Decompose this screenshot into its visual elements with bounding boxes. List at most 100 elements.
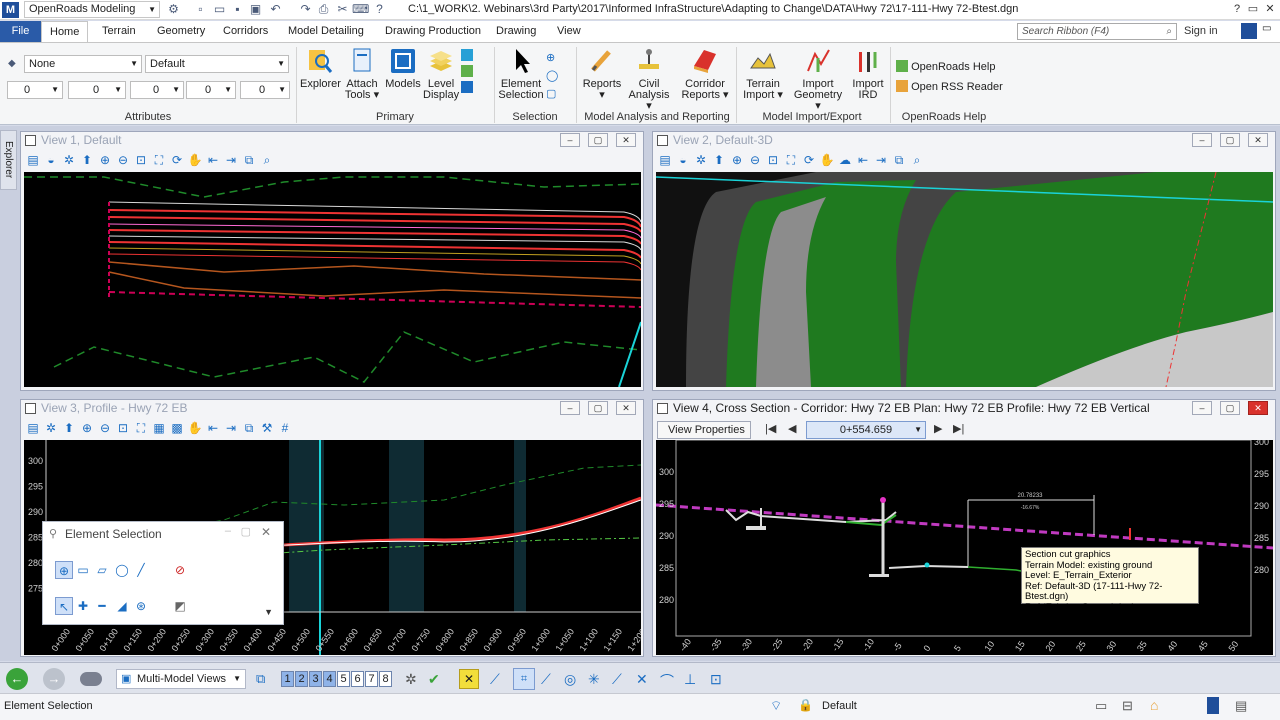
window-area-icon[interactable]: ⊡ bbox=[115, 420, 131, 436]
workspace-icon[interactable]: ⚙ bbox=[166, 2, 181, 17]
display-style-icon[interactable]: ◒ bbox=[675, 152, 691, 168]
select-circle-icon[interactable]: ◯ bbox=[546, 67, 560, 85]
view-next-icon[interactable]: ⇥ bbox=[223, 152, 239, 168]
weight-select[interactable]: 0 ▼ bbox=[130, 81, 184, 99]
fit-view-icon[interactable]: ⛶ bbox=[133, 420, 149, 436]
view-toggle-8[interactable]: 8 bbox=[379, 671, 392, 687]
rotate-view-icon[interactable]: ⟳ bbox=[169, 152, 185, 168]
pan-view-icon[interactable]: ✋ bbox=[187, 420, 203, 436]
next-station-button[interactable]: ▶ bbox=[934, 422, 942, 435]
profile-settings-icon[interactable]: ⚒ bbox=[259, 420, 275, 436]
line-method-icon[interactable]: ╱ bbox=[132, 561, 150, 579]
view-next-icon[interactable]: ⇥ bbox=[223, 420, 239, 436]
view-groups-dialog-icon[interactable]: ⧉ bbox=[256, 671, 274, 687]
corridor-reports-button[interactable]: Corridor Reports ▾ bbox=[680, 46, 730, 101]
view-previous-icon[interactable]: ⇤ bbox=[855, 152, 871, 168]
open-file-icon[interactable]: ▭ bbox=[212, 2, 227, 17]
app-logo-icon[interactable]: M bbox=[2, 2, 19, 18]
view-1-close[interactable]: ✕ bbox=[616, 133, 636, 147]
color-select[interactable]: 0 ▼ bbox=[7, 81, 63, 99]
shape-method-icon[interactable]: ▱ bbox=[93, 561, 111, 579]
priority-select[interactable]: 0 ▼ bbox=[240, 81, 290, 99]
check-icon[interactable]: ✔ bbox=[428, 671, 440, 688]
walk-icon[interactable]: ✋ bbox=[819, 152, 835, 168]
view-1-maximize[interactable]: ▢ bbox=[588, 133, 608, 147]
tab-home[interactable]: Home bbox=[41, 21, 89, 42]
view-1-window[interactable]: View 1, Default – ▢ ✕ ▤ ◒ ✲ ⬆ ⊕ ⊖ ⊡ ⛶ ⟳ ✋ ⇤ ⇥ ⧉ ⌕ bbox=[20, 131, 644, 391]
minimize-window-button[interactable]: ▭ bbox=[1245, 0, 1261, 18]
view-previous-icon[interactable]: ⇤ bbox=[205, 152, 221, 168]
view-2-canvas[interactable] bbox=[656, 172, 1273, 387]
cut-icon[interactable]: ✂ bbox=[335, 2, 350, 17]
redo-icon[interactable]: ↷ bbox=[298, 2, 313, 17]
workflow-select[interactable]: OpenRoads Modeling ▼ bbox=[24, 1, 160, 18]
ribbon-collapse-icon[interactable]: ▭ bbox=[1262, 23, 1276, 39]
zoom-out-icon[interactable]: ⊖ bbox=[97, 420, 113, 436]
dialog-maximize-button[interactable]: ▢ bbox=[241, 525, 251, 538]
sign-in-link[interactable]: Sign in bbox=[1184, 25, 1218, 37]
copy-view-icon[interactable]: ⧉ bbox=[891, 152, 907, 168]
models-button[interactable]: Models bbox=[384, 46, 422, 90]
view-attributes-icon[interactable]: ▤ bbox=[25, 420, 41, 436]
snap-origin-icon[interactable]: ✳ bbox=[588, 671, 600, 688]
clip-volume-icon[interactable]: ⌕ bbox=[909, 152, 925, 168]
fit-view-icon[interactable]: ⛶ bbox=[151, 152, 167, 168]
view-2-close[interactable]: ✕ bbox=[1248, 133, 1268, 147]
window-area-icon[interactable]: ⊡ bbox=[133, 152, 149, 168]
view-toggle-3[interactable]: 3 bbox=[309, 671, 322, 687]
save-settings-icon[interactable]: ▣ bbox=[248, 2, 263, 17]
view-2-minimize[interactable]: – bbox=[1192, 133, 1212, 147]
update-view-icon[interactable]: ⬆ bbox=[61, 420, 77, 436]
snap-intersection-icon[interactable]: ✕ bbox=[636, 671, 648, 688]
zoom-in-icon[interactable]: ⊕ bbox=[97, 152, 113, 168]
tab-file[interactable]: File bbox=[0, 21, 41, 42]
help-question-icon[interactable]: ? bbox=[1229, 0, 1245, 18]
view-toggle-7[interactable]: 7 bbox=[365, 671, 378, 687]
level-display-button[interactable]: Level Display bbox=[423, 46, 459, 101]
zoom-in-icon[interactable]: ⊕ bbox=[79, 420, 95, 436]
view-attributes-icon[interactable]: ▤ bbox=[25, 152, 41, 168]
import-geometry-button[interactable]: Import Geometry ▾ bbox=[790, 46, 846, 112]
copy-view-icon[interactable]: ⧉ bbox=[241, 152, 257, 168]
rendering-icon[interactable]: ✲ bbox=[43, 420, 59, 436]
dialog-minimize-button[interactable]: – bbox=[225, 525, 231, 537]
view-3-close[interactable]: ✕ bbox=[616, 401, 636, 415]
model-check-icon[interactable]: ⊟ bbox=[1122, 698, 1133, 714]
view-properties-button[interactable]: View Properties ▼ bbox=[657, 421, 751, 451]
open-rss-reader-link[interactable]: Open RSS Reader bbox=[896, 80, 1003, 93]
profile-grid-icon[interactable]: # bbox=[277, 420, 293, 436]
key-in-icon[interactable]: ⌨ bbox=[352, 2, 369, 17]
view-2-maximize[interactable]: ▢ bbox=[1220, 133, 1240, 147]
select-all-icon[interactable]: ⊕ bbox=[546, 49, 560, 67]
explorer-button[interactable]: Explorer bbox=[300, 46, 341, 90]
rendering-icon[interactable]: ✲ bbox=[693, 152, 709, 168]
model-icon[interactable] bbox=[80, 672, 102, 686]
snap-bisector-icon[interactable]: ⟋ bbox=[612, 671, 622, 688]
view-3-minimize[interactable]: – bbox=[560, 401, 580, 415]
new-mode-icon[interactable]: ↖ bbox=[55, 597, 73, 615]
terrain-import-button[interactable]: Terrain Import ▾ bbox=[740, 46, 786, 101]
help-icon[interactable]: ? bbox=[372, 2, 387, 17]
view-next-icon[interactable]: ⇥ bbox=[873, 152, 889, 168]
tab-model-detailing[interactable]: Model Detailing bbox=[280, 21, 372, 42]
connect-icon[interactable] bbox=[1241, 23, 1257, 39]
import-ird-button[interactable]: Import IRD bbox=[850, 46, 886, 101]
civil-analysis-button[interactable]: Civil Analysis ▾ bbox=[626, 46, 672, 112]
reports-button[interactable]: Reports ▾ bbox=[582, 46, 622, 101]
tab-drawing-production[interactable]: Drawing Production bbox=[377, 21, 489, 42]
design-history-icon[interactable]: ▭ bbox=[1095, 698, 1107, 714]
view-toggle-4[interactable]: 4 bbox=[323, 671, 336, 687]
message-center-icon[interactable]: ▤ bbox=[1235, 698, 1247, 714]
view-4-close[interactable]: ✕ bbox=[1248, 401, 1268, 415]
save-icon[interactable]: ▪ bbox=[230, 2, 245, 17]
invert-mode-icon[interactable]: ◢ bbox=[113, 597, 131, 615]
style-select[interactable]: Default ▼ bbox=[145, 55, 289, 73]
view-toggle-6[interactable]: 6 bbox=[351, 671, 364, 687]
snap-status-icon[interactable]: ⌔ bbox=[770, 698, 782, 714]
view-1-canvas[interactable] bbox=[24, 172, 641, 387]
previous-station-button[interactable]: ◀ bbox=[788, 422, 796, 435]
subtract-mode-icon[interactable]: ━ bbox=[93, 597, 111, 615]
tab-drawing[interactable]: Drawing bbox=[488, 21, 544, 42]
select-all-mode-icon[interactable]: ⊛ bbox=[132, 597, 150, 615]
snap-tangent-icon[interactable]: ⌒ bbox=[660, 671, 674, 691]
